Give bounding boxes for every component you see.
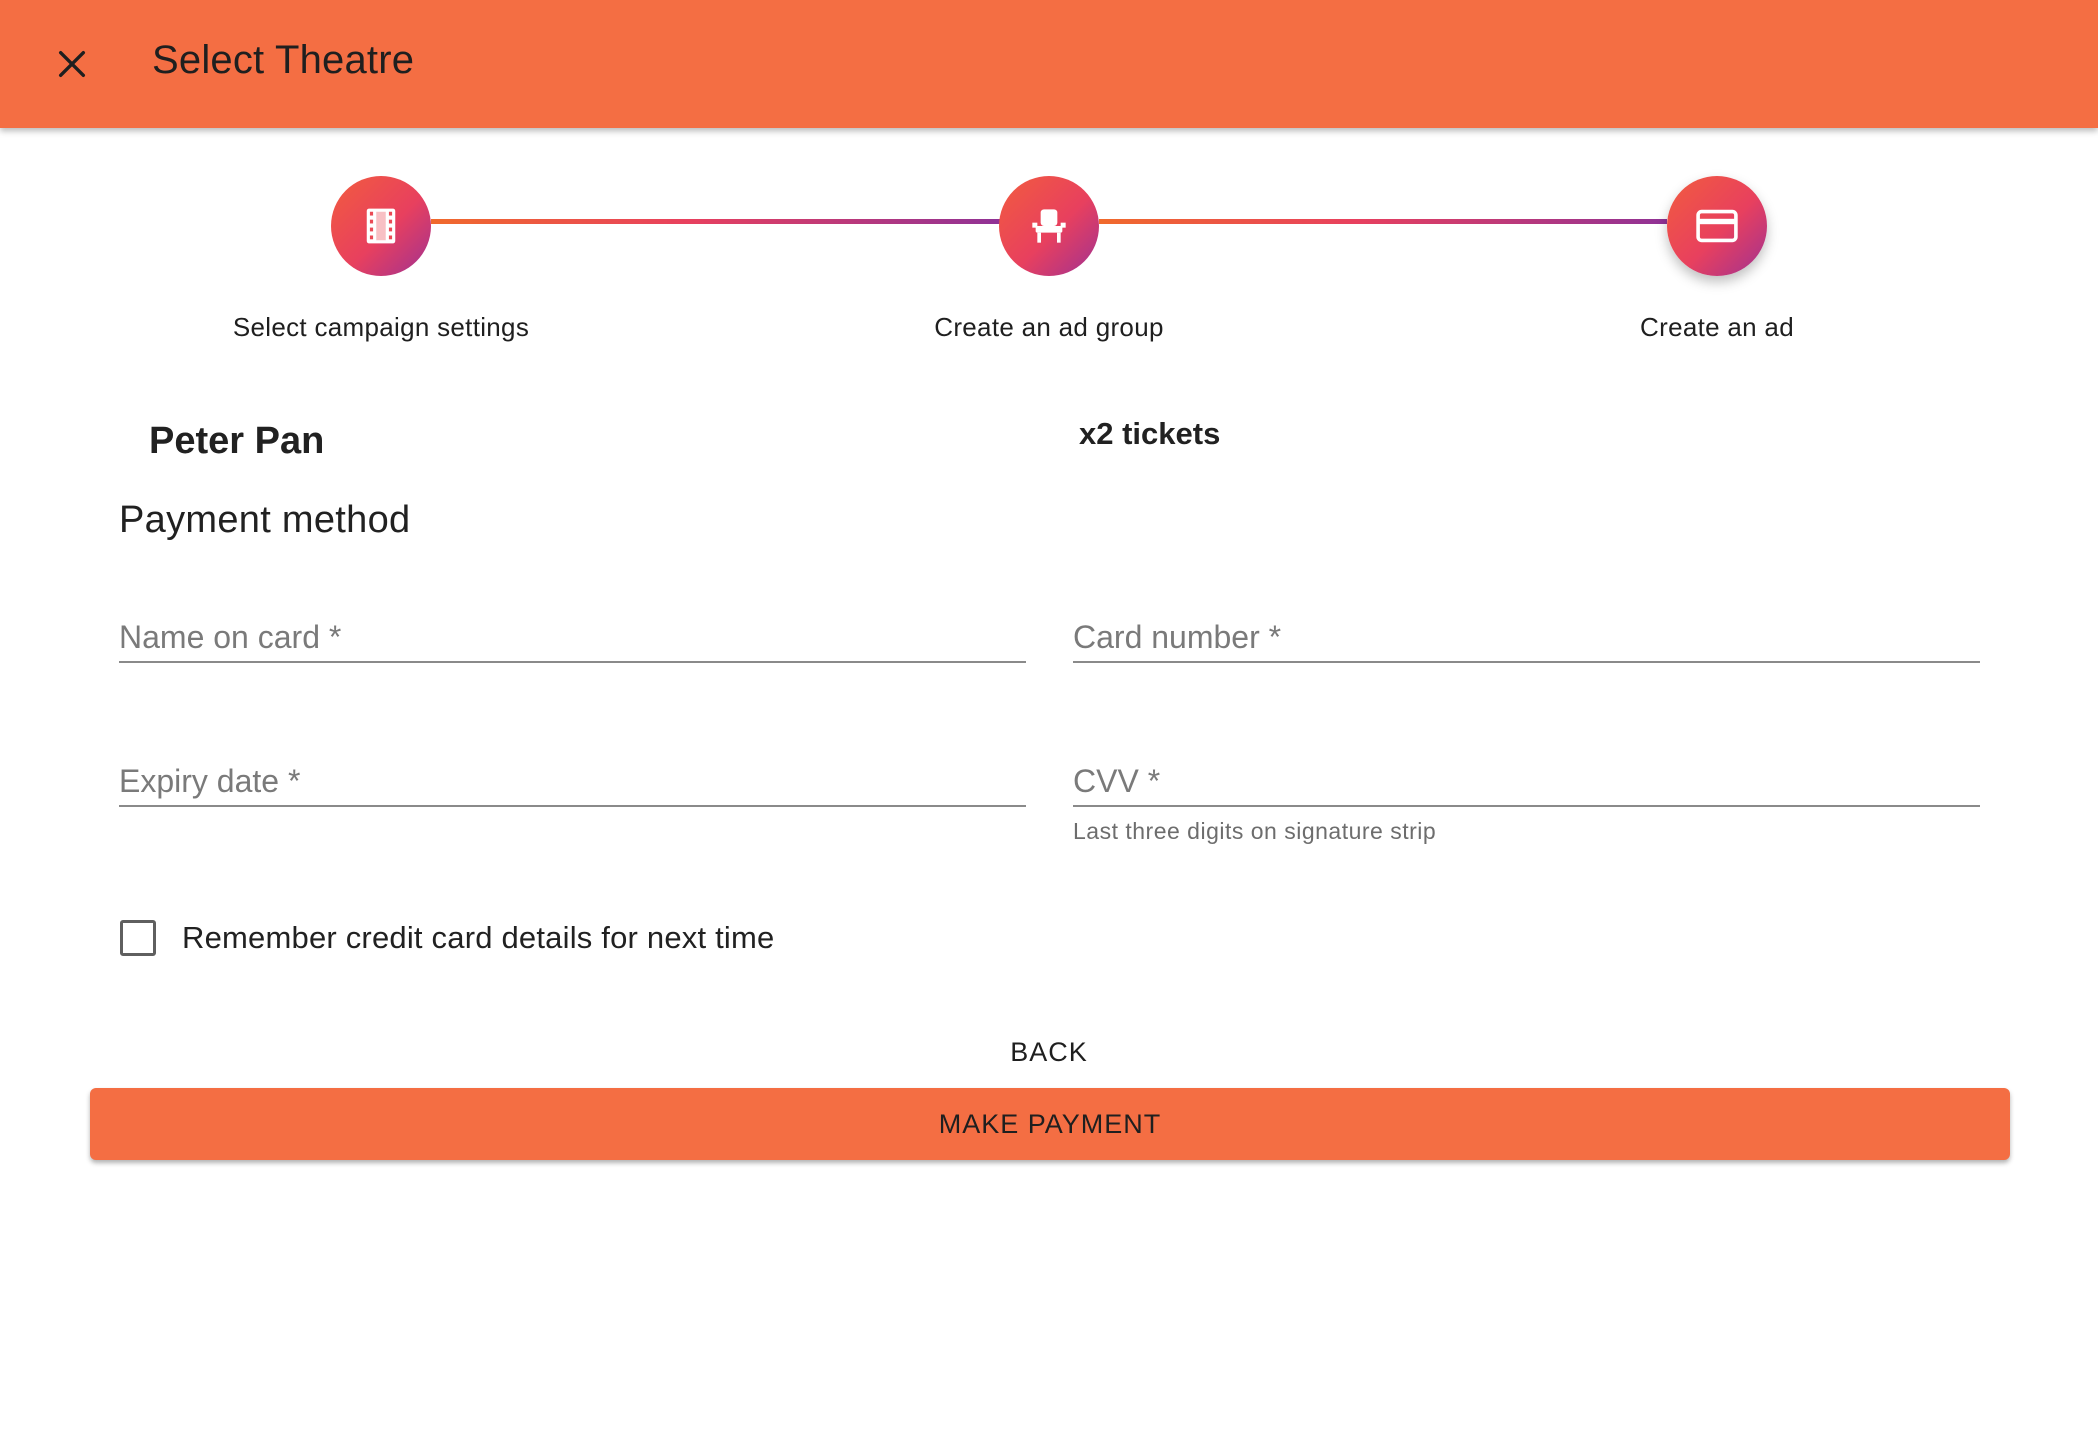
cvv-input[interactable] [1073,747,1980,807]
back-button[interactable]: BACK [930,1030,1168,1074]
step-1-label: Select campaign settings [232,312,530,342]
credit-card-icon [1696,209,1738,243]
cvv-field [1073,747,1980,827]
app-bar: Select Theatre [0,0,2098,128]
remember-card-label: Remember credit card details for next ti… [182,920,775,955]
name-on-card-input[interactable] [119,603,1026,663]
expiry-date-input[interactable] [119,747,1026,807]
remember-card-checkbox[interactable] [120,920,156,956]
stepper: Select campaign settings Create an ad gr… [0,176,2098,356]
cvv-helper-text: Last three digits on signature strip [1073,818,1437,844]
card-number-field [1073,603,1980,683]
step-1-circle [331,176,431,276]
close-button[interactable] [44,36,100,92]
step-3[interactable]: Create an ad [1467,176,1967,343]
step-2-circle [999,176,1099,276]
make-payment-button[interactable]: MAKE PAYMENT [90,1088,2010,1160]
close-icon [58,50,86,78]
seat-icon [1032,209,1066,243]
step-2-label: Create an ad group [934,312,1164,342]
page-title: Select Theatre [152,38,415,82]
remember-card-option[interactable]: Remember credit card details for next ti… [120,920,774,956]
film-icon [366,208,396,244]
step-1[interactable]: Select campaign settings [131,176,631,343]
step-2[interactable]: Create an ad group [799,176,1299,343]
show-title: Peter Pan [149,420,325,462]
step-3-circle [1667,176,1767,276]
card-number-input[interactable] [1073,603,1980,663]
payment-method-heading: Payment method [119,499,411,541]
step-3-label: Create an ad [1640,312,1794,342]
ticket-count: x2 tickets [1079,416,1221,451]
expiry-date-field [119,747,1026,827]
name-on-card-field [119,603,1026,683]
